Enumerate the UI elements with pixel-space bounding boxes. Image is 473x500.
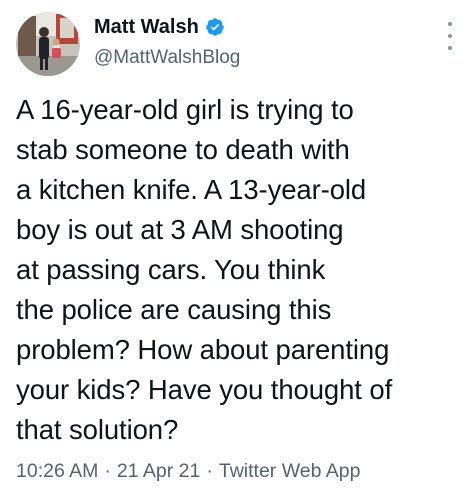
meta-separator: · bbox=[206, 460, 213, 482]
tweet-text-line: a kitchen knife. A 13-year-old bbox=[16, 174, 367, 205]
tweet-text-line: your kids? Have you thought of bbox=[16, 374, 393, 405]
meta-separator: · bbox=[104, 460, 111, 482]
tweet: Matt Walsh @MattWalshBlog A 16-year-old … bbox=[0, 0, 473, 500]
tweet-text-line: at passing cars. You think bbox=[16, 254, 326, 285]
tweet-text-line: that solution? bbox=[16, 414, 179, 445]
avatar-photo bbox=[16, 12, 80, 76]
author-handle[interactable]: @MattWalshBlog bbox=[94, 46, 414, 70]
tweet-text-line: problem? How about parenting bbox=[16, 334, 390, 365]
tweet-header: Matt Walsh @MattWalshBlog bbox=[16, 12, 457, 76]
more-dot bbox=[448, 46, 452, 50]
tweet-text-line: boy is out at 3 AM shooting bbox=[16, 214, 344, 245]
more-vertical-icon[interactable] bbox=[443, 22, 457, 50]
display-name-row: Matt Walsh bbox=[94, 14, 414, 40]
more-dot bbox=[448, 22, 452, 26]
tweet-text-line: stab someone to death with bbox=[16, 134, 350, 165]
avatar[interactable] bbox=[16, 12, 80, 76]
tweet-source[interactable]: Twitter Web App bbox=[219, 460, 361, 482]
verified-badge-icon bbox=[205, 17, 225, 37]
tweet-meta: 10:26 AM · 21 Apr 21 · Twitter Web App bbox=[16, 458, 361, 484]
tweet-text: A 16-year-old girl is trying to stab som… bbox=[16, 90, 464, 450]
author-names: Matt Walsh @MattWalshBlog bbox=[94, 14, 414, 70]
tweet-date[interactable]: 21 Apr 21 bbox=[117, 460, 200, 482]
more-dot bbox=[448, 34, 452, 38]
tweet-time[interactable]: 10:26 AM bbox=[16, 460, 98, 482]
tweet-text-line: A 16-year-old girl is trying to bbox=[16, 94, 354, 125]
display-name[interactable]: Matt Walsh bbox=[94, 14, 199, 40]
tweet-text-line: the police are causing this bbox=[16, 294, 332, 325]
